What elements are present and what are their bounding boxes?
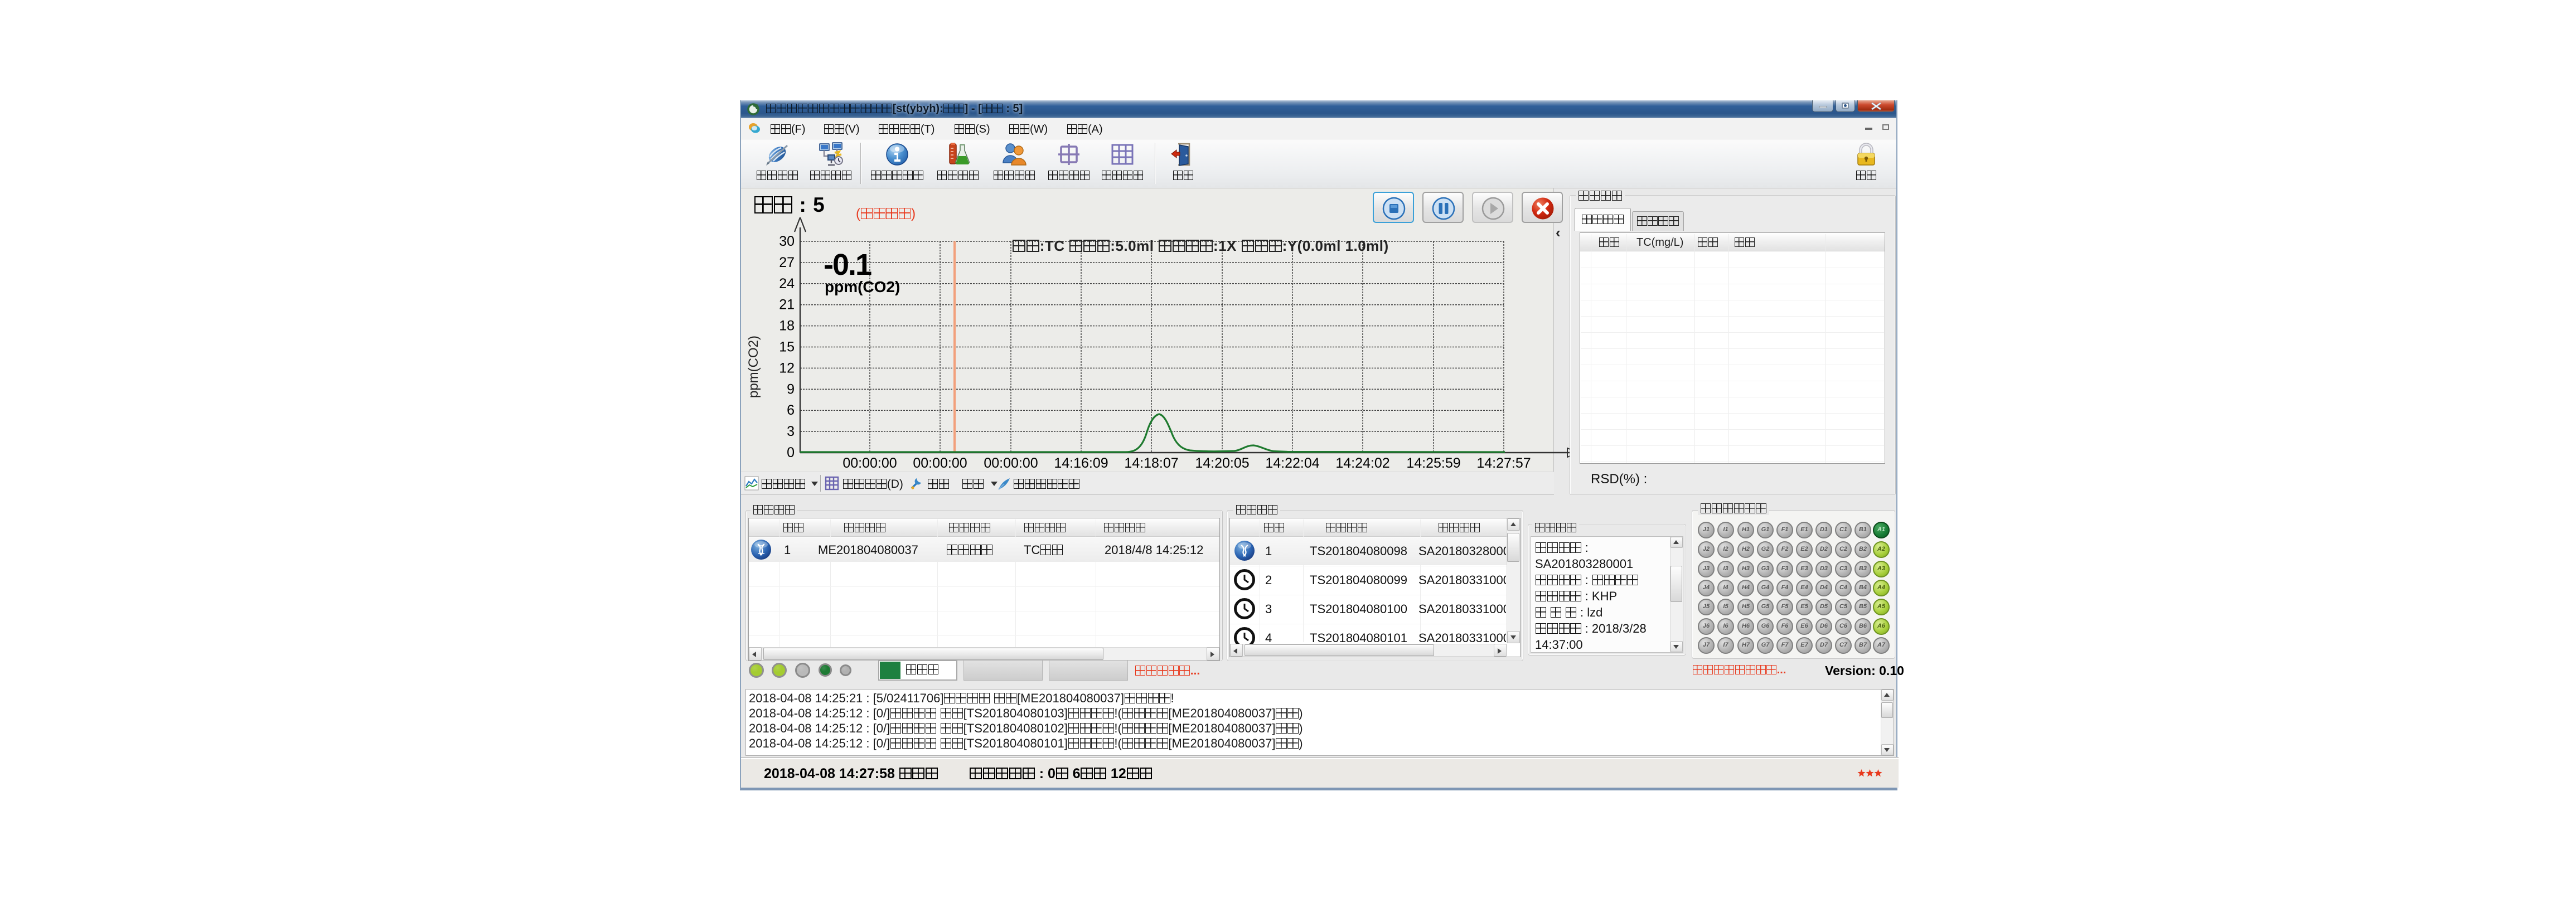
svg-text:14:16:09: 14:16:09 [1054, 455, 1108, 471]
svg-text:14:18:07: 14:18:07 [1124, 455, 1178, 471]
svg-text:0: 0 [787, 445, 795, 460]
svg-text:ppm(CO2): ppm(CO2) [825, 278, 900, 295]
svg-text:21: 21 [779, 297, 795, 313]
svg-text:27: 27 [779, 255, 795, 270]
svg-text:30: 30 [779, 234, 795, 249]
svg-text:12: 12 [779, 360, 795, 376]
svg-text:14:27:57: 14:27:57 [1476, 455, 1531, 471]
svg-text:14:22:04: 14:22:04 [1265, 455, 1319, 471]
svg-text:9: 9 [787, 381, 795, 397]
svg-text:14:25:59: 14:25:59 [1406, 455, 1460, 471]
svg-text:14:24:02: 14:24:02 [1335, 455, 1389, 471]
svg-text:3: 3 [787, 424, 795, 439]
svg-text:ppm(CO2): ppm(CO2) [746, 336, 761, 398]
svg-text:24: 24 [779, 276, 795, 292]
svg-text:14:20:05: 14:20:05 [1195, 455, 1249, 471]
svg-text:6: 6 [787, 402, 795, 418]
svg-text:18: 18 [779, 318, 795, 334]
svg-text:15: 15 [779, 339, 795, 355]
svg-text:00:00:00: 00:00:00 [913, 455, 967, 471]
svg-text:-0.1: -0.1 [824, 248, 871, 281]
svg-text:00:00:00: 00:00:00 [984, 455, 1038, 471]
svg-text:00:00:00: 00:00:00 [842, 455, 897, 471]
